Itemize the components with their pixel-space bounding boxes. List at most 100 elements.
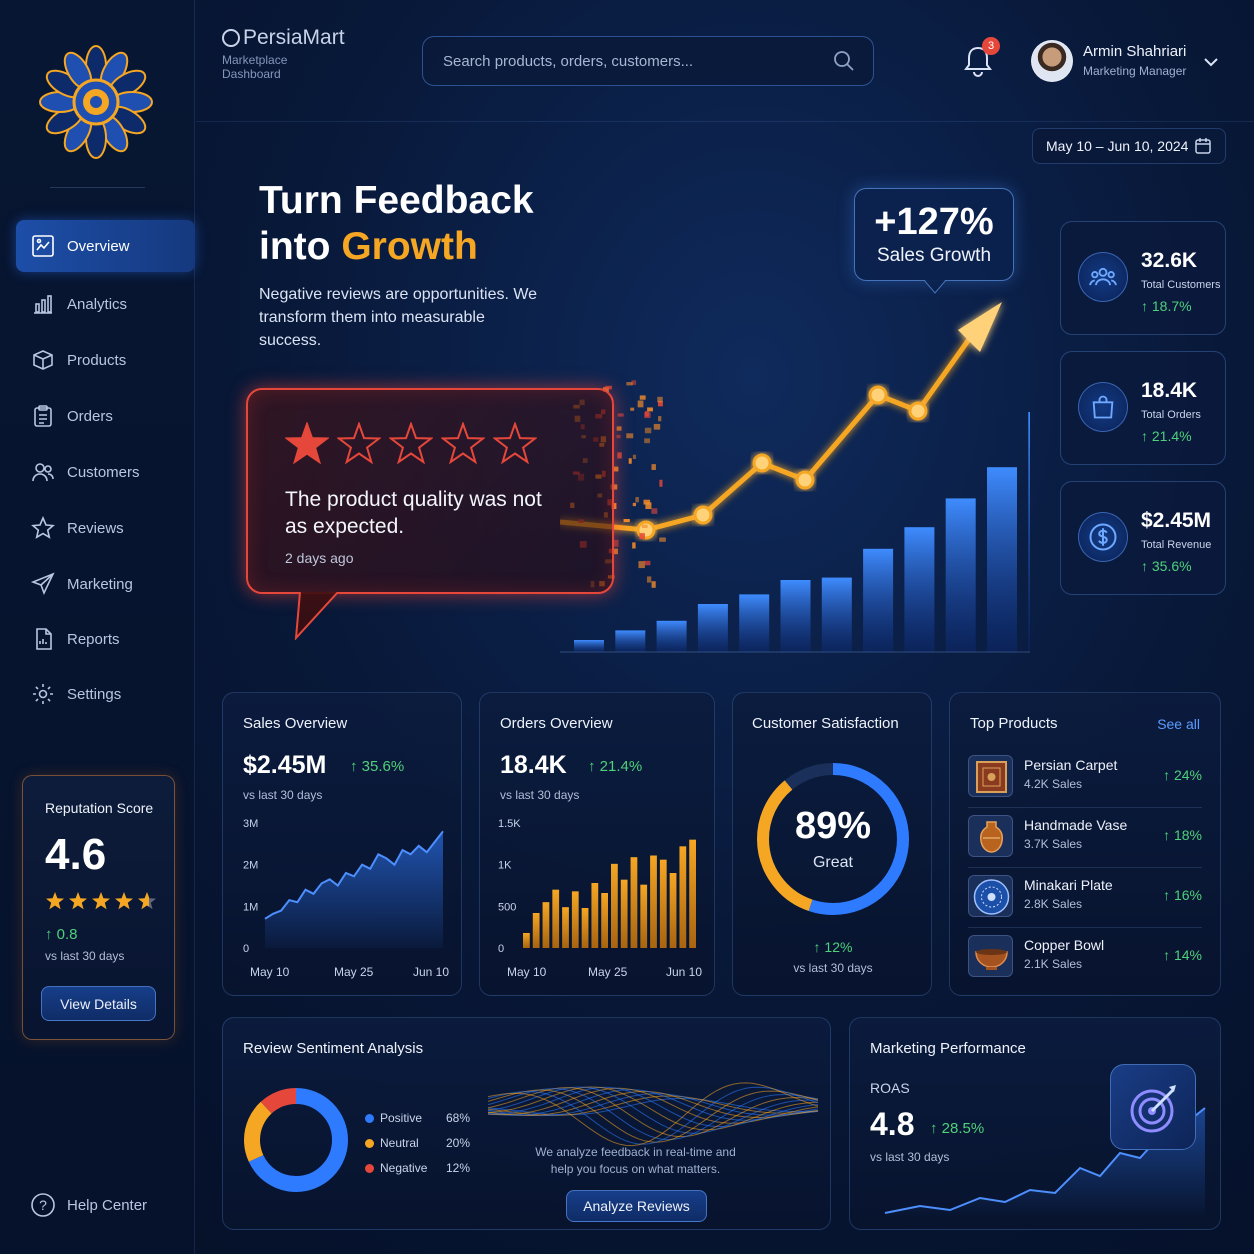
product-row[interactable]: Minakari Plate 2.8K Sales ↑ 16% xyxy=(968,873,1202,921)
hero-growth-chart xyxy=(560,290,1030,670)
review-text: The product quality was not as expected. xyxy=(285,486,565,540)
help-center-link[interactable]: ? Help Center xyxy=(30,1192,147,1218)
legend-percent: 12% xyxy=(446,1161,470,1175)
ember-particle xyxy=(657,397,662,402)
order-bar xyxy=(611,864,618,948)
sidebar-item-orders[interactable]: Orders xyxy=(16,390,195,442)
sales-change: ↑ 35.6% xyxy=(350,758,404,775)
legend-dot xyxy=(365,1164,374,1173)
legend-label: Positive xyxy=(380,1111,422,1125)
ember-particle xyxy=(633,455,636,459)
order-bar xyxy=(670,873,677,948)
orders-change-value: 21.4% xyxy=(600,758,643,775)
product-row[interactable]: Copper Bowl 2.1K Sales ↑ 14% xyxy=(968,933,1202,981)
dollar-icon xyxy=(1078,512,1128,562)
search-bar[interactable] xyxy=(422,36,874,86)
legend-dot xyxy=(365,1139,374,1148)
order-bar xyxy=(533,913,540,948)
divider xyxy=(50,187,145,188)
avatar[interactable] xyxy=(1031,40,1073,82)
card-title: Sales Overview xyxy=(243,715,347,732)
review-stars xyxy=(285,422,537,466)
sidebar-item-marketing[interactable]: Marketing xyxy=(16,558,195,610)
kpi-total-customers[interactable]: 32.6K Total Customers ↑ 18.7% xyxy=(1060,221,1226,335)
review-star xyxy=(493,422,537,466)
order-bar xyxy=(689,840,696,948)
satisfaction-value: 89% xyxy=(733,805,933,848)
order-bar xyxy=(562,907,569,948)
divider xyxy=(968,927,1202,928)
analytics-icon xyxy=(30,291,56,317)
date-range-label: May 10 – Jun 10, 2024 xyxy=(1046,138,1188,154)
sidebar-item-products[interactable]: Products xyxy=(16,334,195,386)
sidebar-item-label: Settings xyxy=(67,686,121,703)
sidebar-item-label: Reports xyxy=(67,631,120,648)
legend-label: Neutral xyxy=(380,1136,419,1150)
ember-particle xyxy=(635,497,639,502)
kpi-change: ↑ 18.7% xyxy=(1141,298,1192,314)
hero-bar xyxy=(698,604,728,652)
sidebar-item-customers[interactable]: Customers xyxy=(16,446,195,498)
card-title: Marketing Performance xyxy=(870,1040,1026,1057)
sidebar-item-reports[interactable]: Reports xyxy=(16,613,195,665)
search-icon[interactable] xyxy=(833,50,855,72)
hero-bar xyxy=(781,580,811,652)
kpi-total-revenue[interactable]: $2.45M Total Revenue ↑ 35.6% xyxy=(1060,481,1226,595)
satisfaction-change: ↑ 12% xyxy=(733,939,933,955)
ember-particle xyxy=(626,433,633,438)
hero-bar xyxy=(657,621,687,652)
growth-point xyxy=(754,455,770,471)
legend-percent: 20% xyxy=(446,1136,470,1150)
orders-period: vs last 30 days xyxy=(500,788,579,802)
date-range-picker[interactable]: May 10 – Jun 10, 2024 xyxy=(1032,128,1226,164)
vase-icon xyxy=(968,815,1013,857)
ember-particle xyxy=(644,438,650,443)
hero-bar xyxy=(822,578,852,652)
review-star xyxy=(389,422,433,466)
product-change: ↑ 14% xyxy=(1163,947,1202,963)
search-input[interactable] xyxy=(441,52,833,71)
hero-bar xyxy=(739,594,769,652)
orders-overview-card: Orders Overview 18.4K ↑ 21.4% vs last 30… xyxy=(479,692,715,996)
sidebar-item-settings[interactable]: Settings xyxy=(16,668,195,720)
product-change-value: 14% xyxy=(1174,947,1202,963)
kpi-label: Total Orders xyxy=(1141,409,1201,421)
ember-particle xyxy=(618,413,624,416)
chevron-down-icon[interactable] xyxy=(1201,52,1221,72)
y-tick-label: 1.5K xyxy=(498,818,521,830)
gear-icon xyxy=(30,681,56,707)
send-icon xyxy=(30,571,56,597)
clipboard-icon xyxy=(30,403,56,429)
sidebar-item-label: Products xyxy=(67,352,126,369)
product-row[interactable]: Persian Carpet 4.2K Sales ↑ 24% xyxy=(968,753,1202,801)
x-tick-label: May 10 xyxy=(507,965,547,979)
sales-line-chart: 0 1M 2M 3M May 10 May 25 Jun 10 xyxy=(223,813,463,983)
hero-bar xyxy=(574,640,604,652)
ember-particle xyxy=(659,480,662,487)
user-name[interactable]: Armin Shahriari xyxy=(1083,43,1186,60)
ember-particle xyxy=(605,386,612,389)
x-tick-label: Jun 10 xyxy=(666,965,702,979)
product-row[interactable]: Handmade Vase 3.7K Sales ↑ 18% xyxy=(968,813,1202,861)
card-title: Top Products xyxy=(970,715,1058,732)
ember-particle xyxy=(626,382,632,385)
y-tick-label: 0 xyxy=(243,943,249,955)
sales-overview-card: Sales Overview $2.45M ↑ 35.6% vs last 30… xyxy=(222,692,462,996)
analyze-reviews-button[interactable]: Analyze Reviews xyxy=(566,1190,707,1222)
card-title: Review Sentiment Analysis xyxy=(243,1040,423,1057)
product-sales: 4.2K Sales xyxy=(1024,777,1082,791)
users-icon xyxy=(1078,252,1128,302)
calendar-icon xyxy=(1194,137,1212,155)
kpi-total-orders[interactable]: 18.4K Total Orders ↑ 21.4% xyxy=(1060,351,1226,465)
review-star xyxy=(441,422,485,466)
bowl-icon xyxy=(968,935,1013,977)
see-all-link[interactable]: See all xyxy=(1157,716,1200,732)
legend-item: Neutral 20% xyxy=(365,1136,470,1150)
product-change-value: 18% xyxy=(1174,827,1202,843)
ember-particle xyxy=(647,407,653,411)
sidebar-item-reviews[interactable]: Reviews xyxy=(16,502,195,554)
sidebar-item-overview[interactable]: Overview xyxy=(16,220,195,272)
view-details-button[interactable]: View Details xyxy=(41,986,156,1021)
sidebar-item-analytics[interactable]: Analytics xyxy=(16,278,195,330)
sentiment-note: We analyze feedback in real-time and hel… xyxy=(528,1144,743,1178)
